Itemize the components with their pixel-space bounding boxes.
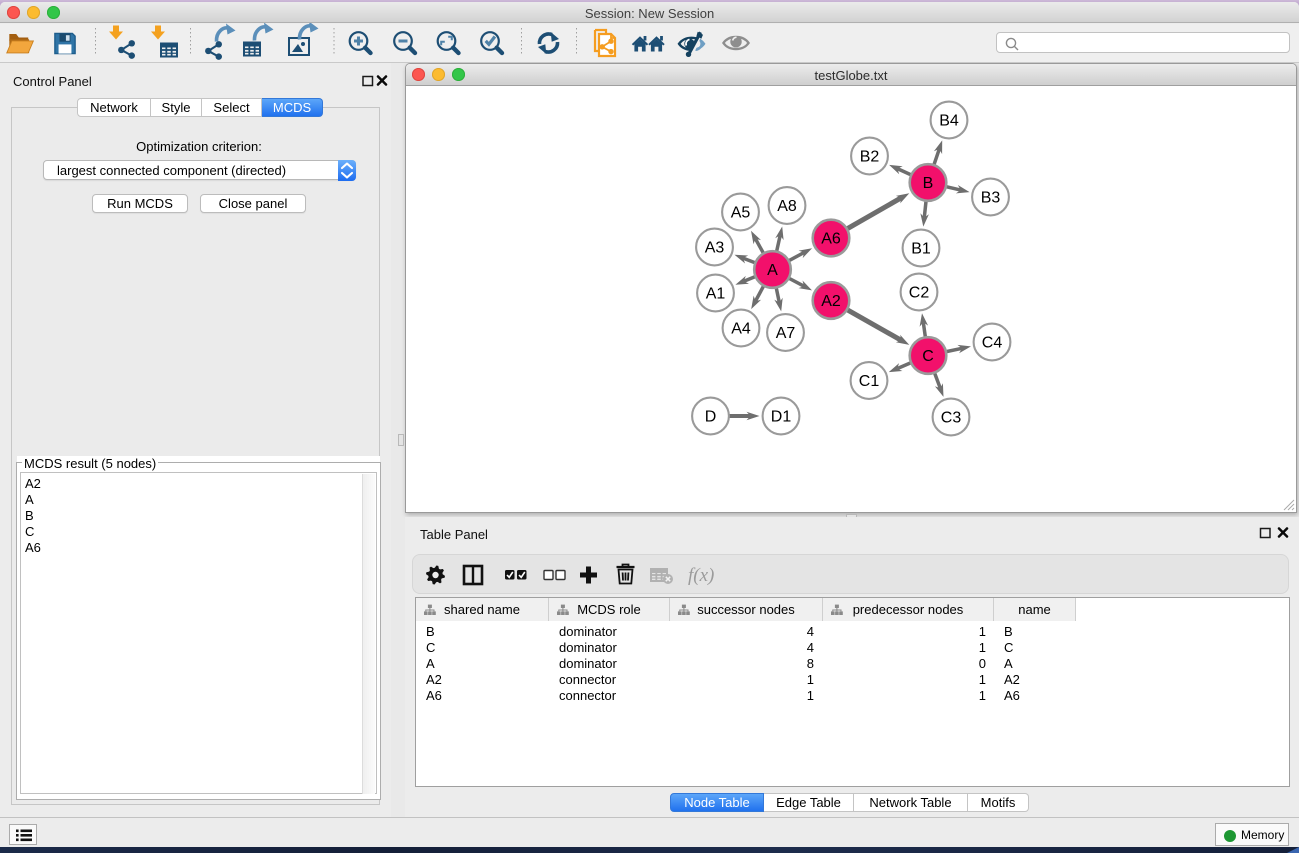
svg-text:A6: A6 (821, 231, 841, 248)
svg-text:A7: A7 (776, 325, 796, 342)
svg-text:f(x): f(x) (688, 565, 714, 586)
svg-text:A3: A3 (705, 240, 725, 257)
svg-text:A1: A1 (706, 286, 726, 303)
svg-text:C: C (922, 348, 934, 365)
svg-text:B: B (923, 175, 934, 192)
svg-text:A8: A8 (777, 198, 797, 215)
svg-text:A5: A5 (731, 205, 751, 222)
svg-text:B1: B1 (911, 241, 931, 258)
svg-text:D1: D1 (771, 409, 792, 426)
svg-text:B4: B4 (939, 113, 959, 130)
svg-text:C1: C1 (859, 373, 880, 390)
svg-text:D: D (705, 409, 717, 426)
svg-text:A4: A4 (731, 321, 751, 338)
svg-text:A: A (767, 262, 778, 279)
svg-text:B2: B2 (860, 149, 880, 166)
svg-text:C3: C3 (941, 410, 962, 427)
svg-text:C2: C2 (909, 285, 930, 302)
svg-text:B3: B3 (981, 190, 1001, 207)
svg-text:A2: A2 (821, 293, 841, 310)
svg-text:C4: C4 (982, 335, 1003, 352)
